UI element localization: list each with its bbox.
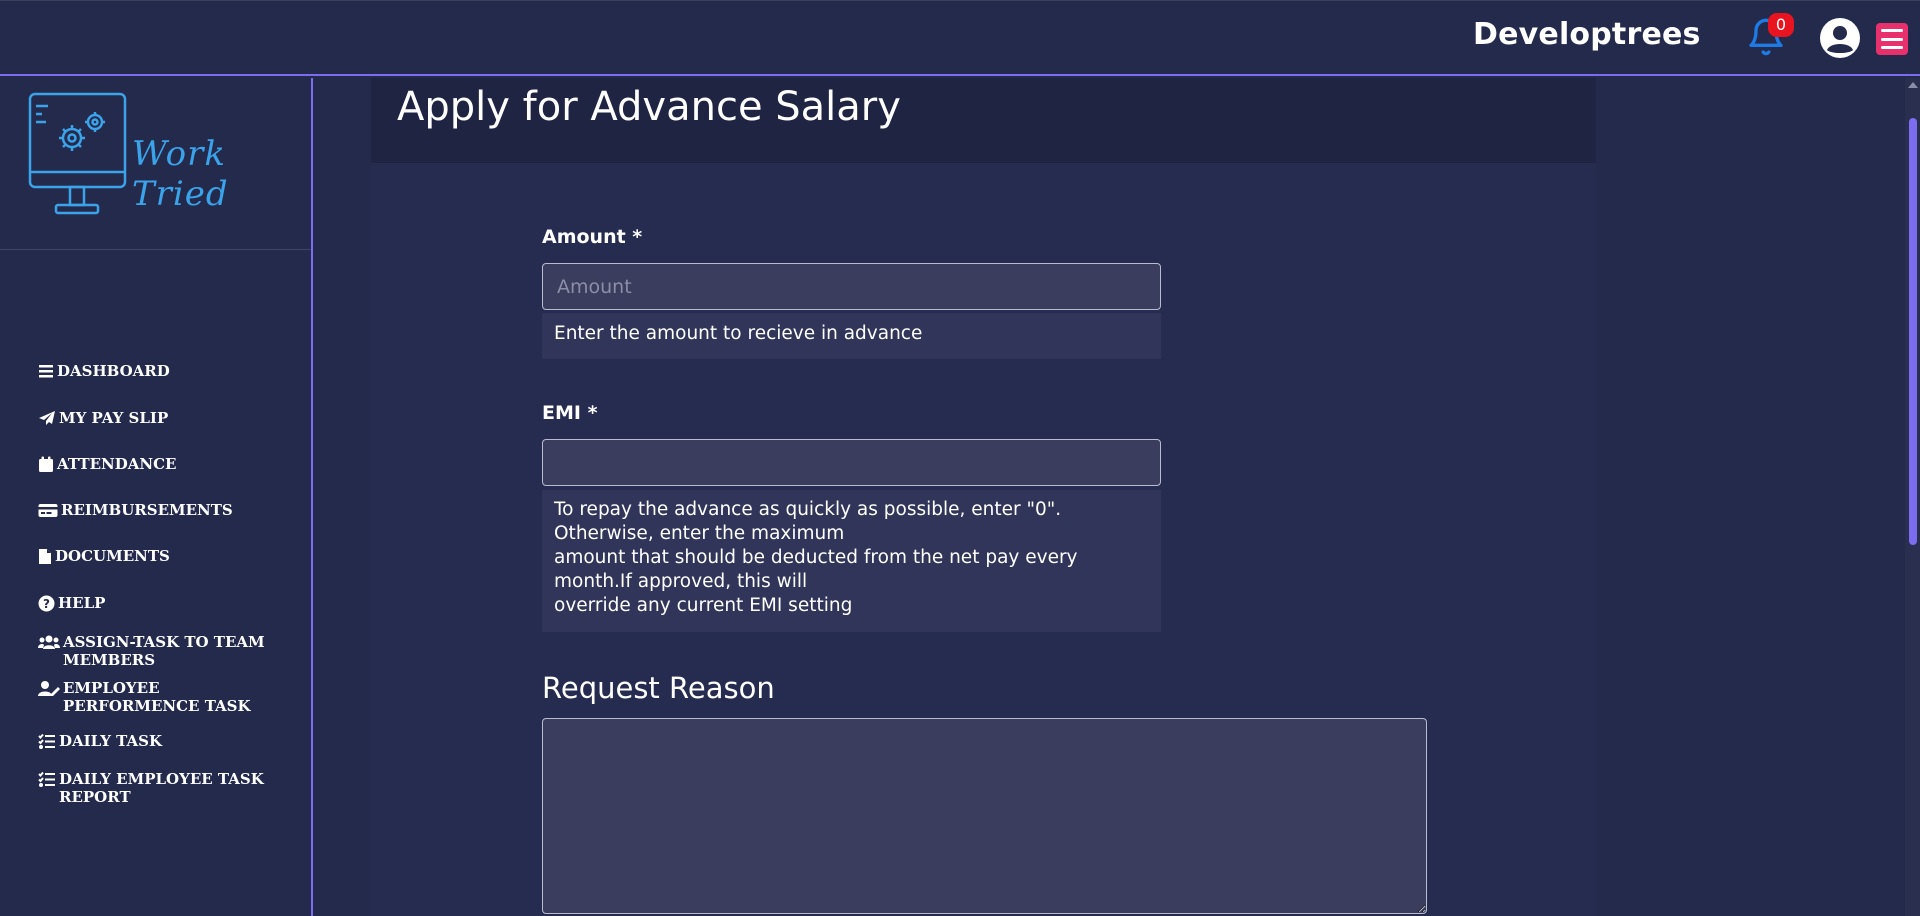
sidebar-item-label: MY PAY SLIP (59, 409, 169, 427)
hamburger-menu-button[interactable] (1876, 23, 1908, 55)
notification-badge: 0 (1768, 13, 1794, 37)
sidebar-item-my-pay-slip[interactable]: MY PAY SLIP (38, 409, 298, 427)
monitor-gear-logo-icon (28, 92, 127, 215)
emi-help-text: To repay the advance as quickly as possi… (542, 490, 1161, 632)
list-check-icon (38, 733, 55, 749)
sidebar-item-label: ASSIGN-TASK TO TEAM MEMBERS (63, 633, 265, 669)
emi-label: EMI * (542, 402, 598, 424)
sidebar-item-reimbursements[interactable]: REIMBURSEMENTS (38, 501, 298, 519)
logo-text: Work Tried (132, 134, 229, 214)
sidebar-item-label: HELP (58, 594, 106, 612)
amount-label: Amount * (542, 226, 643, 248)
sidebar-item-label: REIMBURSEMENTS (61, 501, 233, 519)
sidebar-item-daily-task[interactable]: DAILY TASK (38, 732, 298, 750)
logo[interactable]: Work Tried (0, 78, 311, 250)
calendar-icon (39, 456, 53, 472)
svg-text:?: ? (43, 597, 50, 611)
user-avatar-icon[interactable] (1819, 17, 1861, 59)
sidebar-item-documents[interactable]: DOCUMENTS (38, 547, 298, 565)
bars-icon (39, 365, 53, 378)
sidebar-item-label: ATTENDANCE (57, 455, 177, 473)
sidebar-item-label: DAILY TASK (59, 732, 163, 750)
question-circle-icon: ? (38, 595, 55, 612)
file-icon (39, 549, 51, 564)
sidebar-item-employee-performance-task[interactable]: EMPLOYEE PERFORMENCE TASK (38, 679, 298, 715)
sidebar-item-label: DAILY EMPLOYEE TASK REPORT (59, 770, 264, 806)
sidebar-item-help[interactable]: ? HELP (38, 594, 298, 612)
paper-plane-icon (39, 411, 55, 425)
company-name: Developtrees (1473, 17, 1701, 52)
user-edit-icon (38, 681, 60, 696)
page-header: Apply for Advance Salary (371, 78, 1596, 163)
sidebar-item-label: DOCUMENTS (55, 547, 170, 565)
users-icon (38, 635, 60, 649)
top-navbar: Developtrees 0 (0, 0, 1920, 76)
scroll-up-arrow-icon[interactable] (1908, 82, 1918, 88)
request-reason-heading: Request Reason (542, 671, 775, 705)
sidebar: Work Tried DASHBOARD MY PAY SLIP ATTENDA… (0, 78, 313, 916)
amount-help-text: Enter the amount to recieve in advance (542, 313, 1161, 359)
sidebar-item-dashboard[interactable]: DASHBOARD (38, 362, 298, 380)
emi-input[interactable] (542, 439, 1161, 486)
sidebar-item-attendance[interactable]: ATTENDANCE (38, 455, 298, 473)
credit-card-icon (38, 504, 58, 517)
sidebar-item-daily-employee-task-report[interactable]: DAILY EMPLOYEE TASK REPORT (38, 770, 298, 806)
list-check-icon (38, 771, 55, 787)
amount-input[interactable] (542, 263, 1161, 310)
sidebar-item-assign-task[interactable]: ASSIGN-TASK TO TEAM MEMBERS (38, 633, 298, 669)
page-title: Apply for Advance Salary (397, 84, 901, 130)
page-scrollbar[interactable] (1905, 78, 1920, 916)
request-reason-textarea[interactable] (542, 718, 1427, 914)
scrollbar-thumb[interactable] (1909, 118, 1917, 545)
sidebar-item-label: EMPLOYEE PERFORMENCE TASK (63, 679, 251, 715)
sidebar-item-label: DASHBOARD (57, 362, 170, 380)
